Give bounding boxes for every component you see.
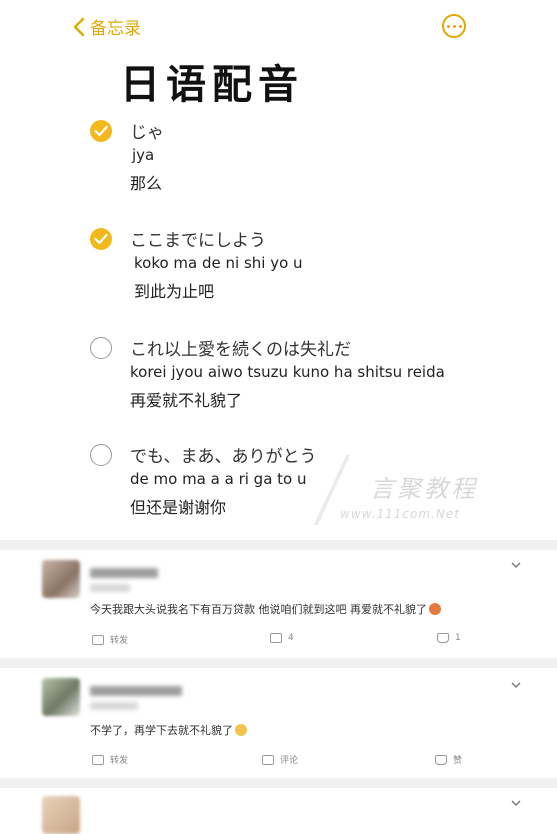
comment-count: 4 — [288, 633, 294, 643]
checkmark-icon — [94, 233, 108, 245]
comment-button[interactable]: 评论 — [262, 753, 298, 766]
timestamp-blurred — [90, 702, 138, 710]
comment-label: 评论 — [280, 756, 299, 766]
japanese-text: これ以上愛を続くのは失礼だ — [130, 340, 351, 360]
avatar[interactable] — [42, 796, 80, 834]
repost-button[interactable]: 转发 — [92, 753, 128, 766]
username-blurred — [90, 568, 158, 578]
comment-icon — [262, 754, 274, 765]
unchecked-checkbox[interactable] — [90, 444, 112, 466]
romaji-text: de mo ma a a ri ga to u — [130, 470, 307, 488]
chevron-down-icon[interactable] — [511, 678, 521, 688]
back-label: 备忘录 — [90, 19, 141, 39]
dot — [458, 24, 462, 28]
username-blurred — [90, 686, 182, 696]
japanese-text: でも、まあ、ありがとう — [130, 447, 317, 467]
chevron-down-icon[interactable] — [511, 796, 521, 806]
chevron-down-icon[interactable] — [511, 558, 521, 568]
repost-icon — [92, 754, 104, 765]
repost-button[interactable]: 转发 — [92, 633, 128, 646]
chinese-text: 再爱就不礼貌了 — [130, 391, 243, 410]
chinese-text: 到此为止吧 — [134, 282, 215, 301]
romaji-text: koko ma de ni shi yo u — [134, 254, 303, 272]
thumbs-up-icon — [437, 633, 449, 643]
section-divider — [0, 658, 557, 668]
japanese-text: ここまでにしよう — [130, 231, 266, 251]
like-count: 1 — [455, 633, 461, 643]
chinese-text: 但还是谢谢你 — [130, 498, 227, 517]
comment-icon — [270, 633, 282, 643]
comment-card: 今天我跟大头说我名下有百万贷款 他说咱们就到这吧 再爱就不礼貌了 转发 4 1 — [0, 550, 557, 658]
emoji-icon — [429, 603, 441, 615]
like-label: 赞 — [453, 756, 463, 766]
timestamp-blurred — [90, 584, 130, 592]
repost-label: 转发 — [110, 636, 129, 646]
more-options-button[interactable] — [442, 14, 466, 38]
comment-body: 不学了，再学下去就不礼貌了 — [90, 724, 233, 737]
romaji-text: korei jyou aiwo tsuzu kuno ha shitsu rei… — [130, 363, 445, 381]
chinese-text: 那么 — [130, 174, 163, 193]
thumbs-up-icon — [435, 754, 447, 765]
comment-text: 今天我跟大头说我名下有百万贷款 他说咱们就到这吧 再爱就不礼貌了 — [90, 601, 441, 617]
checked-checkbox[interactable] — [90, 228, 112, 250]
section-divider — [0, 540, 557, 550]
dot — [446, 24, 450, 28]
watermark-text: 言聚教程 — [370, 475, 478, 503]
comment-card: 不学了，再学下去就不礼貌了 转发 评论 赞 — [0, 668, 557, 778]
like-button[interactable]: 赞 — [435, 753, 462, 766]
romaji-text: jya — [132, 146, 155, 164]
like-button[interactable]: 1 — [437, 633, 461, 643]
section-divider — [0, 778, 557, 788]
chevron-left-icon — [73, 17, 85, 36]
avatar[interactable] — [42, 678, 80, 716]
unchecked-checkbox[interactable] — [90, 337, 112, 359]
avatar[interactable] — [42, 560, 80, 598]
checkmark-icon — [94, 125, 108, 137]
comment-body: 今天我跟大头说我名下有百万贷款 他说咱们就到这吧 再爱就不礼貌了 — [90, 603, 427, 616]
comment-card — [0, 788, 557, 834]
comment-text: 不学了，再学下去就不礼貌了 — [90, 722, 247, 738]
comment-button[interactable]: 4 — [270, 633, 294, 643]
note-title: 日语配音 — [120, 62, 304, 108]
japanese-text: じゃ — [130, 123, 164, 143]
repost-icon — [92, 634, 104, 645]
back-button[interactable]: 备忘录 — [72, 14, 141, 39]
repost-label: 转发 — [110, 756, 129, 766]
checked-checkbox[interactable] — [90, 120, 112, 142]
watermark: 言聚教程 www.111com.Net — [313, 455, 515, 535]
watermark-url: www.111com.Net — [340, 507, 460, 521]
emoji-icon — [235, 724, 247, 736]
dot — [452, 24, 456, 28]
